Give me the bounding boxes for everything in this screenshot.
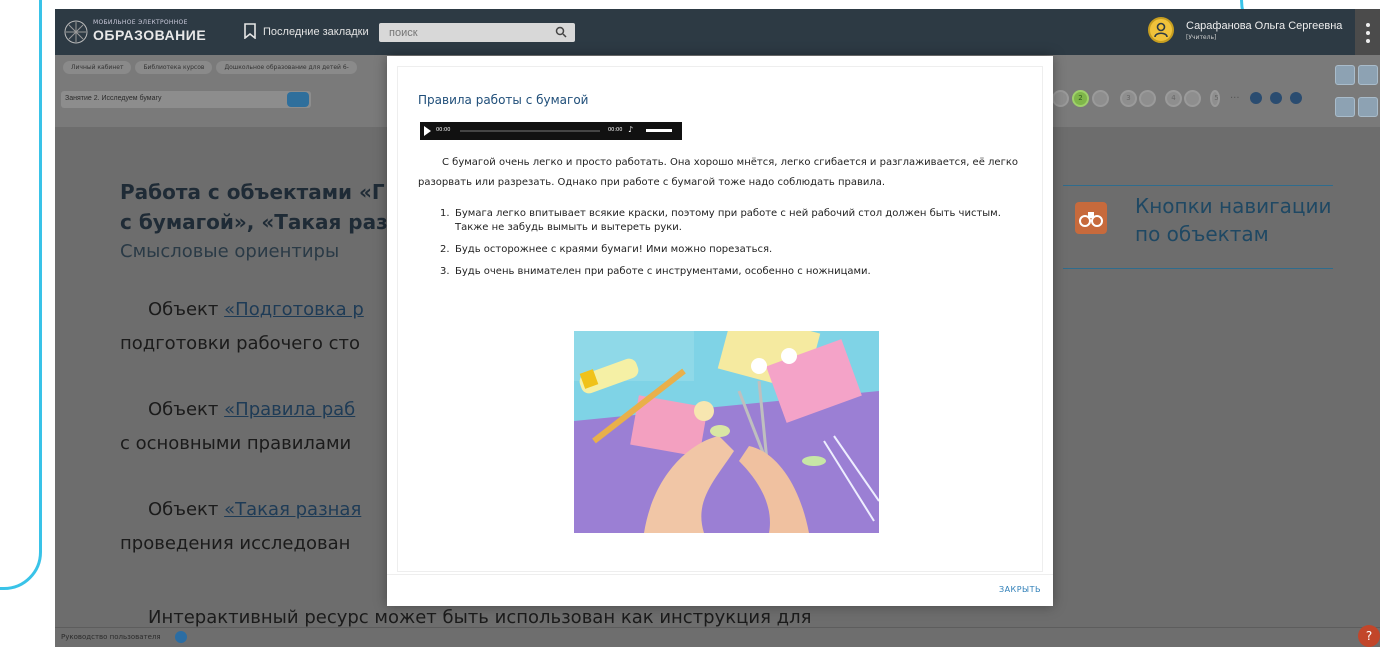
- rule-text: Будь очень внимателен при работе с инстр…: [455, 266, 871, 277]
- logo[interactable]: Мобильное электронное ОБРАЗОВАНИЕ: [63, 17, 213, 47]
- recent-bookmarks-label: Последние закладки: [263, 26, 369, 38]
- page-bullet[interactable]: [1184, 90, 1201, 107]
- object-link[interactable]: «Правила раб: [224, 399, 355, 420]
- page-bullet[interactable]: [1092, 90, 1109, 107]
- rules-list: 1. Бумага легко впитывает всякие краски, …: [440, 207, 1020, 287]
- paragraph-text: Объект: [148, 299, 225, 320]
- paragraph-text: подготовки рабочего сто: [120, 333, 360, 354]
- nav-card-line: Кнопки навигации: [1135, 194, 1332, 218]
- paragraph-text: с основными правилами: [120, 433, 352, 454]
- rule-number: 2.: [440, 244, 450, 255]
- paragraph: Объект «Правила раб с основными правилам…: [120, 393, 355, 461]
- lesson-select-value: Занятие 2. Исследуем бумагу: [65, 95, 162, 102]
- more-menu-button[interactable]: [1355, 9, 1380, 55]
- audio-player: 00:00 00:00 ♪: [420, 122, 682, 140]
- prev-page-icon[interactable]: [1270, 92, 1282, 104]
- binoculars-icon: [1075, 202, 1107, 234]
- page-title-line: Работа с объектами «Г: [120, 180, 385, 204]
- volume-slider[interactable]: [646, 129, 672, 132]
- volume-icon[interactable]: ♪: [628, 125, 633, 134]
- object-link[interactable]: «Такая разная: [224, 499, 361, 520]
- paragraph: Объект «Подготовка р подготовки рабочего…: [120, 293, 364, 361]
- grid-icon[interactable]: [1335, 97, 1355, 117]
- page-subtitle: Смысловые ориентиры: [120, 241, 340, 262]
- chevron-down-icon[interactable]: [287, 92, 309, 107]
- page-bullet[interactable]: [1139, 90, 1156, 107]
- paragraph: Объект «Такая разная проведения исследов…: [120, 493, 361, 561]
- edit-icon[interactable]: [1335, 65, 1355, 85]
- breadcrumb-item[interactable]: Личный кабинет: [63, 61, 132, 74]
- paragraph-text: Объект: [148, 499, 225, 520]
- rule-text: Будь осторожнее с краями бумаги! Ими мож…: [455, 244, 773, 255]
- page-number: 3: [1126, 94, 1131, 102]
- dialog-title: Правила работы с бумагой: [418, 93, 589, 107]
- first-page-icon[interactable]: [1250, 92, 1262, 104]
- rules-dialog: Правила работы с бумагой 00:00 00:00 ♪ С…: [387, 56, 1053, 606]
- pager-ellipsis: ...: [1230, 90, 1240, 101]
- recent-bookmarks-link[interactable]: Последние закладки: [243, 23, 369, 40]
- rule-item: 1. Бумага легко впитывает всякие краски, …: [440, 207, 1020, 235]
- object-link[interactable]: «Подготовка р: [224, 299, 364, 320]
- paper-craft-photo: [574, 331, 879, 533]
- rule-text: Бумага легко впитывает всякие краски, по…: [455, 208, 1001, 233]
- close-button[interactable]: ЗАКРЫТЬ: [999, 585, 1041, 594]
- help-button[interactable]: ?: [1358, 625, 1380, 647]
- paragraph-text: проведения исследован: [120, 533, 351, 554]
- paragraph-text: Объект: [148, 399, 225, 420]
- decorative-frame: [0, 0, 42, 590]
- image-icon[interactable]: [1358, 65, 1378, 85]
- info-icon[interactable]: [175, 631, 187, 643]
- audio-current-time: 00:00: [436, 127, 451, 133]
- user-icon: [1154, 22, 1168, 38]
- chat-icon[interactable]: [1358, 97, 1378, 117]
- play-icon[interactable]: [424, 126, 431, 136]
- footer-bar: Руководство пользователя: [55, 627, 1380, 647]
- bookmark-icon: [244, 23, 256, 40]
- rule-item: 3. Будь очень внимателен при работе с инс…: [440, 265, 1020, 279]
- breadcrumb-item[interactable]: Библиотека курсов: [135, 61, 213, 74]
- user-role: [Учитель]: [1186, 34, 1217, 41]
- avatar: [1148, 17, 1174, 43]
- page-title-line: с бумагой», «Такая раз: [120, 210, 388, 234]
- dialog-body: Правила работы с бумагой 00:00 00:00 ♪ С…: [397, 66, 1043, 572]
- dialog-footer: ЗАКРЫТЬ: [387, 574, 1053, 606]
- nav-card-line: по объектам: [1135, 222, 1269, 246]
- page-number: 5: [1214, 94, 1219, 102]
- page-bullet[interactable]: [1052, 90, 1069, 107]
- page-title: Работа с объектами «Г с бумагой», «Такая…: [120, 177, 388, 237]
- lesson-select[interactable]: Занятие 2. Исследуем бумагу: [61, 91, 311, 108]
- rule-number: 3.: [440, 266, 450, 277]
- logo-title: ОБРАЗОВАНИЕ: [93, 27, 207, 43]
- rule-item: 2. Будь осторожнее с краями бумаги! Ими м…: [440, 243, 1020, 257]
- user-guide-link[interactable]: Руководство пользователя: [61, 633, 161, 641]
- user-name: Сарафанова Ольга Сергеевна: [1186, 20, 1343, 32]
- top-bar: Мобильное электронное ОБРАЗОВАНИЕ Послед…: [55, 9, 1380, 55]
- breadcrumb-item[interactable]: Дошкольное образование для детей 6-: [216, 61, 357, 74]
- audio-total-time: 00:00: [608, 127, 623, 133]
- search-box: [379, 23, 575, 42]
- page-number: 4: [1171, 94, 1176, 102]
- audio-progress-bar[interactable]: [460, 130, 600, 132]
- nav-card-title: Кнопки навигации по объектам: [1135, 192, 1332, 248]
- logo-subtitle: Мобильное электронное: [93, 19, 188, 26]
- next-page-icon[interactable]: [1290, 92, 1302, 104]
- navigation-buttons-card: Кнопки навигации по объектам: [1063, 185, 1333, 269]
- page-number: 2: [1078, 94, 1083, 102]
- logo-icon: [64, 20, 88, 44]
- search-icon[interactable]: [555, 26, 567, 38]
- dialog-intro-text: С бумагой очень легко и просто работать.…: [418, 157, 1018, 188]
- breadcrumb: Личный кабинет Библиотека курсов Дошкольно…: [63, 61, 361, 74]
- rule-number: 1.: [440, 208, 450, 219]
- search-input[interactable]: [379, 23, 549, 42]
